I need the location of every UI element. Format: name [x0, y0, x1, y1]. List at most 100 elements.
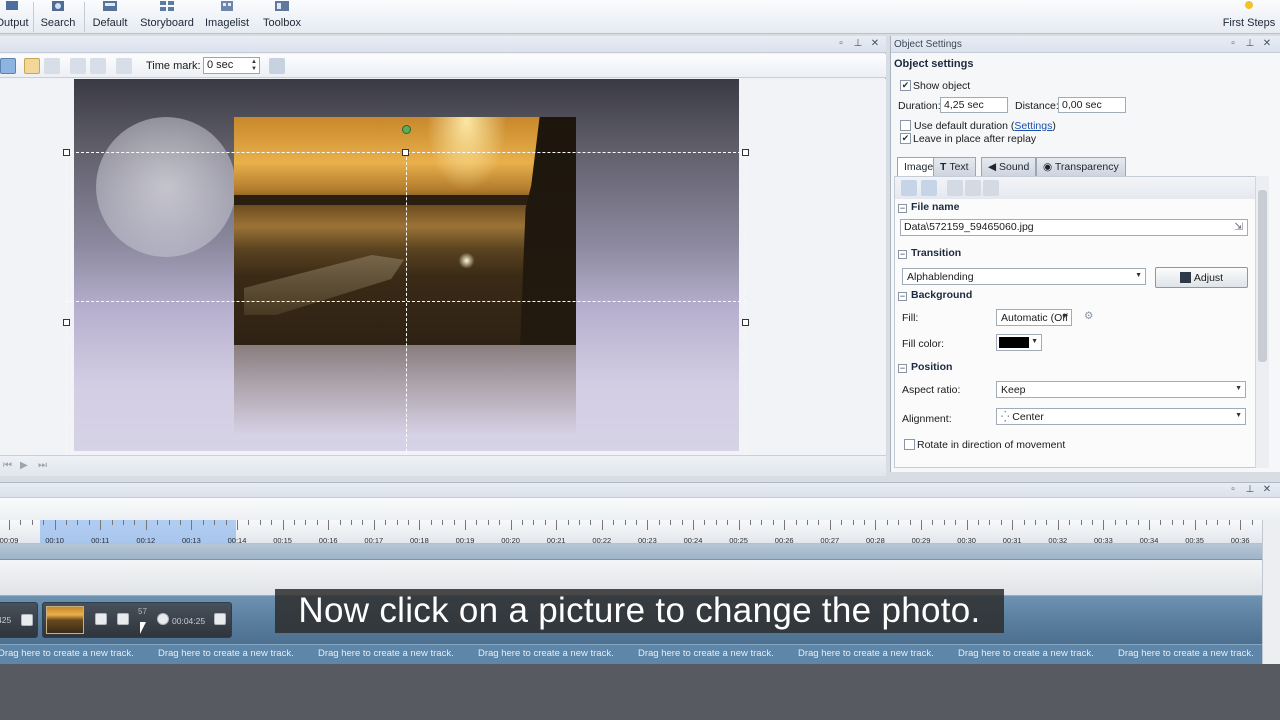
- use-default-duration-checkbox[interactable]: [900, 120, 911, 131]
- ruler-tick-mark: [875, 520, 877, 530]
- ruler-tick-mark: [20, 520, 22, 525]
- storyboard-button[interactable]: Storyboard: [139, 0, 195, 34]
- drag-hint-label: Drag here to create a new track.: [638, 648, 774, 659]
- output-button[interactable]: Output: [0, 0, 30, 34]
- position-section[interactable]: − Position: [895, 361, 1253, 377]
- resize-handle[interactable]: [742, 149, 749, 156]
- spin-up-icon[interactable]: ▲: [250, 59, 258, 66]
- ruler-tick-mark: [590, 520, 592, 525]
- move-points-icon[interactable]: [983, 180, 999, 196]
- play-icon[interactable]: ▶: [20, 460, 32, 471]
- maximize-icon[interactable]: ▫: [836, 39, 846, 49]
- fill-color-swatch: [999, 337, 1029, 348]
- image-edit-icon[interactable]: [95, 613, 107, 625]
- collapse-icon[interactable]: −: [898, 250, 907, 259]
- time-mark-input[interactable]: 0 sec ▲ ▼: [203, 57, 260, 74]
- clip-duration: 00:04:25: [172, 616, 206, 626]
- ruler-tick-mark: [613, 520, 615, 525]
- rotate-left-icon[interactable]: [901, 180, 917, 196]
- search-button[interactable]: Search: [40, 0, 76, 34]
- settings-link[interactable]: Settings: [1014, 120, 1052, 132]
- ruler-tick-mark: [1069, 520, 1071, 525]
- image-tools-bar: [895, 177, 1263, 199]
- maximize-icon[interactable]: ▫: [1228, 485, 1238, 495]
- imagelist-button[interactable]: Imagelist: [203, 0, 251, 34]
- fill-color-picker[interactable]: ▼: [996, 334, 1042, 351]
- first-frame-icon[interactable]: ⏮: [3, 460, 15, 471]
- file-name-input[interactable]: Data\572159_59465060.jpg ⇲: [900, 219, 1248, 236]
- remove-point-icon[interactable]: [90, 58, 106, 74]
- pin-icon[interactable]: ⊥: [1245, 39, 1255, 49]
- resize-handle[interactable]: [63, 319, 70, 326]
- first-steps-button[interactable]: First Steps: [1222, 0, 1276, 34]
- new-track-dropzone[interactable]: Drag here to create a new track. Drag her…: [0, 644, 1262, 664]
- tab-sound[interactable]: ◀ Sound: [981, 157, 1037, 176]
- ruler-tick-mark: [419, 520, 421, 530]
- ruler-tick-mark: [567, 520, 569, 525]
- ruler-tick-mark: [601, 520, 603, 530]
- duration-input[interactable]: 4,25 sec: [940, 97, 1008, 113]
- edit-icon[interactable]: [947, 180, 963, 196]
- properties-icon[interactable]: [116, 58, 132, 74]
- time-ruler[interactable]: 00:09 00:10 00:11 00:12 00:13 00:14 00:15 00:16…: [0, 520, 1280, 544]
- fill-color-label: Fill color:: [902, 338, 945, 350]
- collapse-icon[interactable]: −: [898, 292, 907, 301]
- close-icon[interactable]: ✕: [1262, 485, 1272, 495]
- tab-transparency[interactable]: ◉ Transparency: [1036, 157, 1126, 176]
- close-icon[interactable]: ✕: [1262, 39, 1272, 49]
- fill-options-icon[interactable]: ⚙: [1084, 310, 1093, 322]
- rotation-handle[interactable]: [402, 125, 411, 134]
- last-frame-icon[interactable]: ⏭: [38, 460, 50, 471]
- clip-thumbnail[interactable]: [46, 606, 84, 634]
- previous-clip[interactable]: 425: [0, 602, 38, 638]
- resize-handle[interactable]: [742, 319, 749, 326]
- tab-text[interactable]: T Text: [933, 157, 976, 176]
- transition-heading: Transition: [911, 247, 962, 259]
- ruler-tick-mark: [1240, 520, 1242, 530]
- transition-section[interactable]: − Transition: [895, 247, 1253, 263]
- file-name-section[interactable]: − File name: [895, 201, 1253, 217]
- maximize-icon[interactable]: ▫: [1228, 39, 1238, 49]
- clip-menu-icon[interactable]: [214, 613, 226, 625]
- pin-icon[interactable]: ⊥: [1245, 485, 1255, 495]
- collapse-icon[interactable]: −: [898, 204, 907, 213]
- ruler-tick-mark: [9, 520, 10, 530]
- snap-toggle-icon[interactable]: [24, 58, 40, 74]
- collapse-icon[interactable]: −: [898, 364, 907, 373]
- move-icon[interactable]: [44, 58, 60, 74]
- ruler-tick-mark: [499, 520, 501, 525]
- adjust-button[interactable]: Adjust: [1155, 267, 1248, 288]
- text-tab-icon: T: [940, 161, 950, 173]
- timeline-scrollbar[interactable]: [1262, 520, 1280, 664]
- spin-down-icon[interactable]: ▼: [250, 66, 258, 73]
- alignment-dropdown[interactable]: ⁛ Center ▼: [996, 408, 1246, 425]
- save-frame-icon[interactable]: [269, 58, 285, 74]
- ruler-tick-mark: [180, 520, 181, 525]
- clip-menu-icon[interactable]: [21, 614, 33, 626]
- transition-dropdown[interactable]: Alphablending ▼: [902, 268, 1146, 285]
- resize-handle[interactable]: [63, 149, 70, 156]
- timeline-bottom-area: [0, 664, 1280, 720]
- distance-input[interactable]: 0,00 sec: [1058, 97, 1126, 113]
- default-layout-button[interactable]: Default: [90, 0, 130, 34]
- fill-dropdown[interactable]: Automatic (Off ▼: [996, 309, 1072, 326]
- close-icon[interactable]: ✕: [870, 39, 880, 49]
- path-icon[interactable]: [965, 180, 981, 196]
- rotate-right-icon[interactable]: [921, 180, 937, 196]
- resize-handle[interactable]: [402, 149, 409, 156]
- settings-scrollbar[interactable]: [1255, 176, 1269, 468]
- background-section[interactable]: − Background: [895, 289, 1253, 305]
- browse-icon[interactable]: ⇲: [1234, 221, 1243, 233]
- show-object-checkbox[interactable]: ✔: [900, 80, 911, 91]
- preview-canvas[interactable]: [0, 79, 886, 455]
- aspect-ratio-dropdown[interactable]: Keep ▼: [996, 381, 1246, 398]
- scrollbar-thumb[interactable]: [1258, 190, 1267, 362]
- toolbox-button[interactable]: Toolbox: [259, 0, 305, 34]
- ruler-tick-mark: [1035, 520, 1036, 525]
- pin-icon[interactable]: ⊥: [853, 39, 863, 49]
- text-edit-icon[interactable]: [117, 613, 129, 625]
- leave-in-place-checkbox[interactable]: ✔: [900, 133, 911, 144]
- grid-toggle-icon[interactable]: [0, 58, 16, 74]
- rotate-checkbox[interactable]: [904, 439, 915, 450]
- add-point-icon[interactable]: [70, 58, 86, 74]
